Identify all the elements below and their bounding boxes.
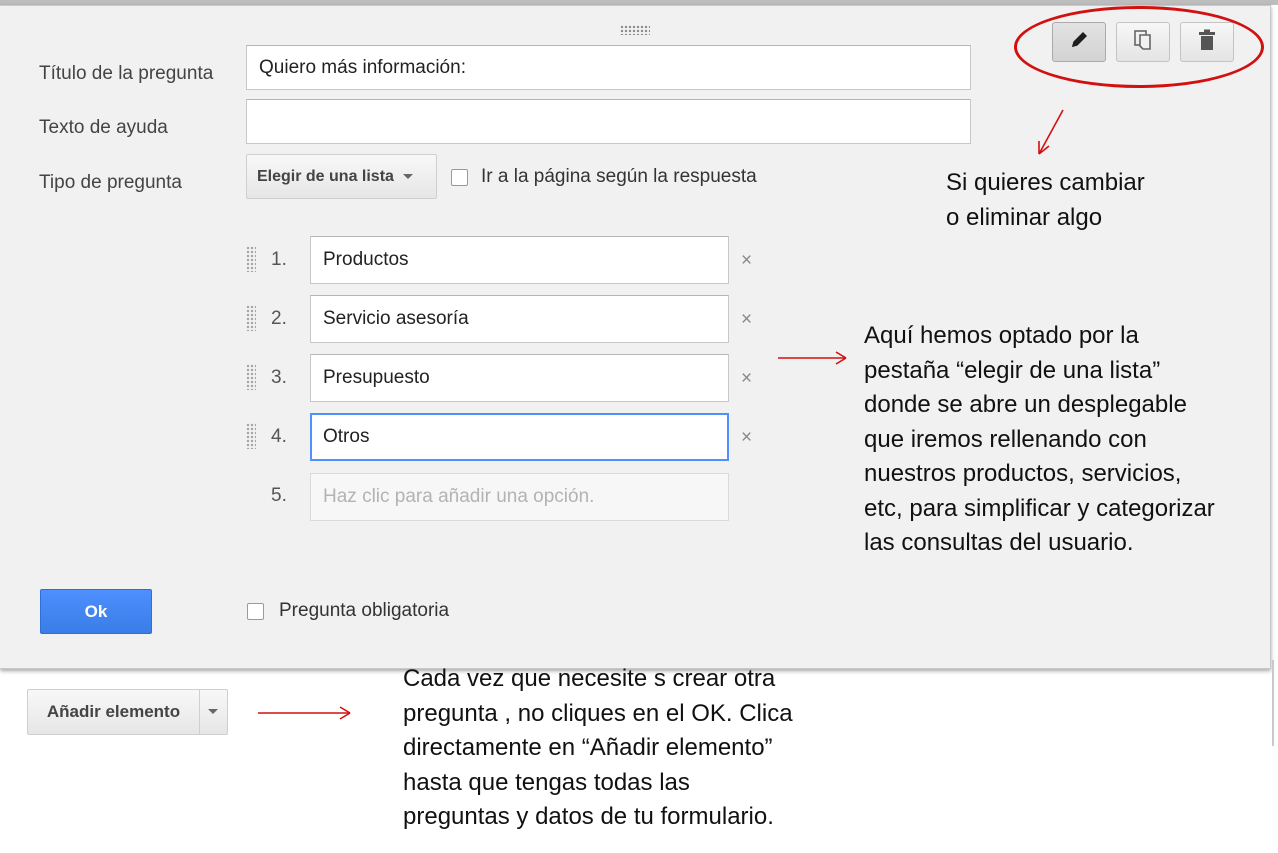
go-to-page-label: Ir a la página según la respuesta	[481, 166, 757, 187]
remove-option-icon[interactable]: ×	[741, 309, 752, 331]
required-checkbox[interactable]	[247, 603, 264, 620]
divider	[199, 690, 200, 734]
add-item-label: Añadir elemento	[46, 702, 181, 721]
option-input-3[interactable]	[310, 354, 729, 402]
go-to-page-checkbox[interactable]	[451, 169, 468, 186]
question-type-value: Elegir de una lista	[257, 167, 394, 185]
annotation-line: o eliminar algo	[946, 203, 1103, 231]
option-number: 2.	[271, 308, 287, 329]
ok-button[interactable]: Ok	[40, 589, 152, 634]
highlight-ellipse	[1014, 6, 1264, 88]
question-type-dropdown[interactable]: Elegir de una lista	[246, 154, 437, 199]
annotation-line: Aquí hemos optado por la	[864, 322, 1139, 349]
divider	[1272, 660, 1274, 746]
annotation-arrow-toolbar	[1038, 109, 1064, 155]
add-option-input[interactable]	[310, 473, 729, 521]
annotation-arrow-list	[778, 351, 847, 365]
annotation-line: las consultas del usuario.	[864, 529, 1134, 556]
chevron-down-icon[interactable]	[208, 709, 218, 714]
remove-option-icon[interactable]: ×	[741, 368, 752, 390]
chevron-down-icon	[402, 174, 413, 179]
option-number: 5.	[271, 485, 287, 506]
annotation-line: preguntas y datos de tu formulario.	[403, 803, 774, 830]
option-drag-handle[interactable]	[246, 364, 256, 390]
question-title-input[interactable]	[246, 45, 971, 90]
option-number: 3.	[271, 367, 287, 388]
remove-option-icon[interactable]: ×	[741, 427, 752, 449]
option-input-1[interactable]	[310, 236, 729, 284]
annotation-line: que iremos rellenando con	[864, 425, 1147, 453]
help-text-label: Texto de ayuda	[39, 117, 168, 138]
option-number: 4.	[271, 426, 287, 447]
question-type-label: Tipo de pregunta	[39, 172, 182, 193]
annotation-list-note: Aquí hemos optado por la pestaña “elegir…	[864, 319, 1215, 561]
option-drag-handle[interactable]	[246, 423, 256, 449]
option-number: 1.	[271, 249, 287, 270]
annotation-line: Cada vez que necesite s crear otra	[403, 665, 776, 692]
add-item-button[interactable]: Añadir elemento	[27, 689, 228, 735]
option-drag-handle[interactable]	[246, 305, 256, 331]
option-input-2[interactable]	[310, 295, 729, 343]
annotation-line: directamente en “Añadir elemento”	[403, 734, 773, 761]
annotation-line: nuestros productos, servicios,	[864, 460, 1182, 487]
required-label: Pregunta obligatoria	[279, 600, 450, 621]
annotation-line: Si quieres cambiar	[946, 169, 1145, 196]
annotation-toolbar-note: Si quieres cambiar o eliminar algo	[946, 166, 1145, 235]
annotation-add-note: Cada vez que necesite s crear otra pregu…	[403, 662, 793, 835]
remove-option-icon[interactable]: ×	[741, 250, 752, 272]
annotation-line: pregunta , no cliques en el OK. Clica	[403, 699, 793, 727]
annotation-line: pestaña “elegir de una lista”	[864, 356, 1161, 384]
option-input-4[interactable]	[310, 413, 729, 461]
annotation-line: donde se abre un desplegable	[864, 391, 1187, 418]
help-text-input[interactable]	[246, 99, 971, 144]
option-drag-handle[interactable]	[246, 246, 256, 272]
annotation-arrow-add	[258, 706, 351, 720]
annotation-line: hasta que tengas todas las	[403, 768, 690, 796]
annotation-line: etc, para simplificar y categorizar	[864, 494, 1215, 522]
title-label: Título de la pregunta	[39, 63, 214, 84]
drag-handle[interactable]	[620, 25, 650, 35]
